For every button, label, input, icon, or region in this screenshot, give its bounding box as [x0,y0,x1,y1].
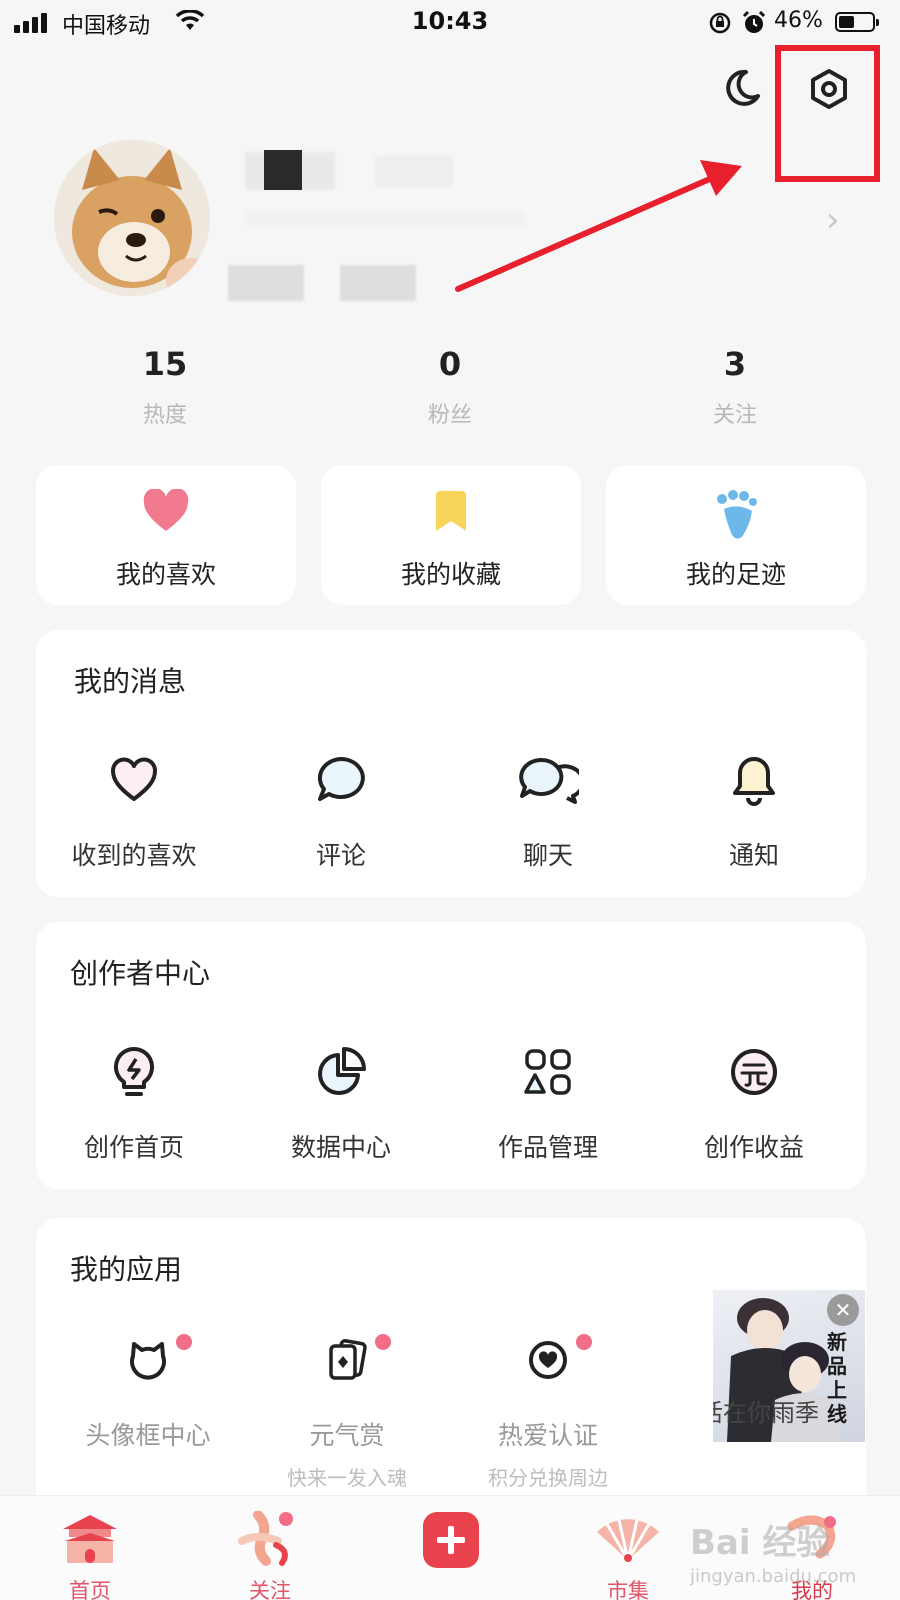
yuan-icon [731,1049,777,1095]
chat-item[interactable]: 聊天 [448,750,648,872]
my-footprints-card[interactable]: 我的足迹 [606,465,866,605]
avatar[interactable] [54,140,210,296]
bell-icon [733,757,775,806]
profile-chevron-icon[interactable]: › [826,200,840,240]
heart-outline-icon [111,757,157,801]
stat-following[interactable]: 3 关注 [645,345,825,429]
love-certification-item[interactable]: 热爱认证 积分兑换周边 [448,1330,648,1491]
dog-avatar-image [54,140,210,296]
stat-label: 粉丝 [427,403,472,428]
my-likes-label: 我的喜欢 [115,560,216,589]
tab-label: 市集 [607,1579,649,1600]
my-likes-card[interactable]: 我的喜欢 [36,465,296,605]
cards-icon [329,1339,367,1380]
item-subtitle: 积分兑换周边 [488,1466,608,1490]
tab-home[interactable]: 首页 [30,1507,150,1600]
works-management-item[interactable]: 作品管理 [448,1042,648,1164]
item-label: 评论 [315,841,366,870]
tab-label: 首页 [69,1579,111,1600]
bookmark-icon [436,491,466,531]
stat-heat[interactable]: 15 热度 [75,345,255,429]
my-favorites-label: 我的收藏 [400,560,501,589]
promo-caption: 活在你雨季 [713,1399,819,1427]
heart-badge-icon [529,1341,567,1379]
heart-icon [143,489,189,531]
item-label: 热爱认证 [497,1421,598,1450]
messages-section: 我的消息 收到的喜欢 评论 聊天 通知 [36,630,866,897]
creator-home-item[interactable]: 创作首页 [34,1042,234,1164]
received-likes-item[interactable]: 收到的喜欢 [34,750,234,872]
item-label: 聊天 [522,841,573,870]
promo-banner[interactable]: ✕ 新品上线 活在你雨季 [713,1290,865,1442]
new-dot [176,1334,192,1350]
stat-label: 热度 [142,403,187,428]
comment-icon [317,757,365,801]
promo-vertical-text: 新品上线 [827,1330,847,1426]
stat-value: 0 [438,345,462,383]
stat-fans[interactable]: 0 粉丝 [360,345,540,429]
tab-label: 关注 [249,1579,291,1600]
my-favorites-card[interactable]: 我的收藏 [321,465,581,605]
shapes-icon [524,1049,571,1095]
data-center-item[interactable]: 数据中心 [241,1042,441,1164]
item-label: 元气赏 [309,1421,385,1450]
item-label: 作品管理 [497,1133,598,1162]
section-title: 创作者中心 [70,957,211,990]
item-label: 创作收益 [703,1133,804,1162]
baidu-watermark: Bai 经验 [690,1523,831,1563]
my-footprints-label: 我的足迹 [685,560,786,589]
item-label: 头像框中心 [85,1421,211,1450]
fan-icon [597,1519,659,1562]
item-label: 创作首页 [83,1133,184,1162]
stat-value: 15 [142,345,188,383]
footprint-icon [717,490,757,539]
creator-center-section: 创作者中心 创作首页 数据中心 作品管理 创作收益 [36,922,866,1189]
chat-icon [519,757,579,804]
tab-follow[interactable]: 关注 [210,1507,330,1600]
section-title: 我的消息 [74,665,187,698]
stat-value: 3 [723,345,747,383]
baidu-watermark-url: jingyan.baidu.com [690,1566,857,1587]
lightbulb-icon [113,1046,155,1096]
item-label: 通知 [728,841,779,870]
new-dot [375,1334,391,1350]
item-subtitle: 快来一发入魂 [287,1466,407,1490]
avatar-frame-center-item[interactable]: 头像框中心 [48,1330,248,1452]
stat-label: 关注 [712,403,757,428]
palace-icon [63,1515,117,1563]
comments-item[interactable]: 评论 [241,750,441,872]
create-plus-button[interactable] [423,1512,479,1568]
follow-icon [238,1511,293,1566]
notifications-item[interactable]: 通知 [654,750,854,872]
item-label: 数据中心 [290,1133,391,1162]
yuanqi-reward-item[interactable]: 元气赏 快来一发入魂 [247,1330,447,1491]
pie-chart-icon [318,1047,366,1095]
promo-close-icon[interactable]: ✕ [827,1294,859,1326]
tab-market[interactable]: 市集 [568,1507,688,1600]
item-label: 收到的喜欢 [71,841,197,870]
creator-earnings-item[interactable]: 创作收益 [654,1042,854,1164]
cat-frame-icon [130,1342,166,1380]
new-dot [576,1334,592,1350]
section-title: 我的应用 [70,1253,183,1286]
